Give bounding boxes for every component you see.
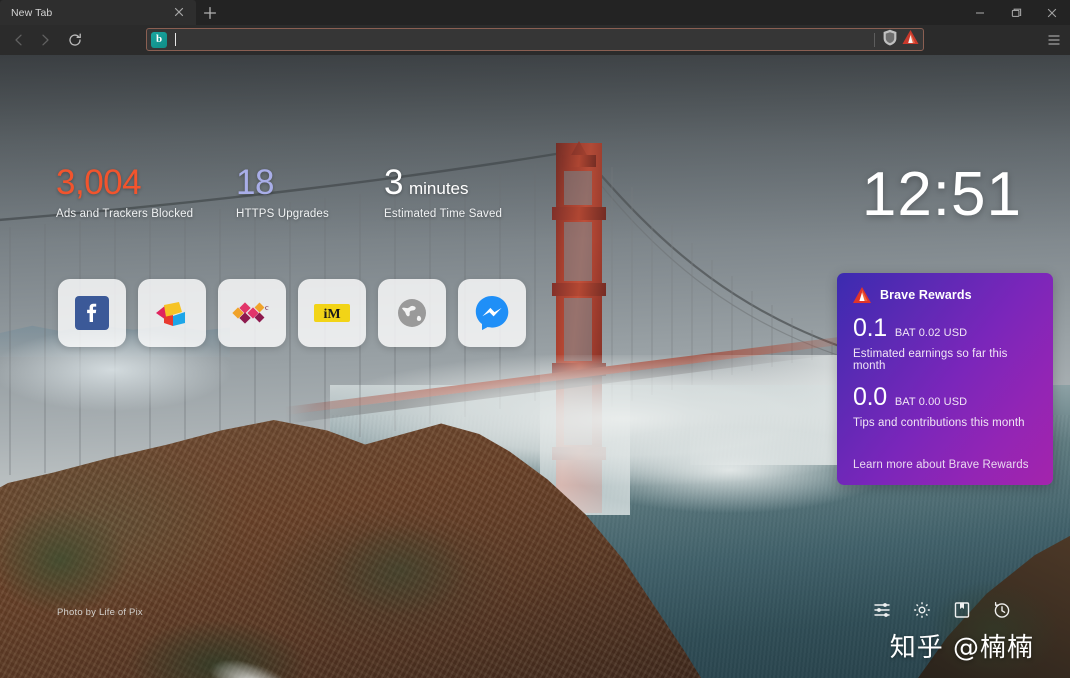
rewards-header: Brave Rewards [853, 287, 1037, 303]
close-icon[interactable] [172, 5, 186, 19]
browser-window: 3,004 Ads and Trackers Blocked 18 HTTPS … [0, 0, 1070, 678]
back-arrow-icon[interactable] [6, 27, 32, 53]
tile-zoho-sites[interactable] [138, 279, 206, 347]
messenger-icon [473, 294, 511, 332]
im-icon: iM [312, 300, 352, 326]
stat-unit: minutes [409, 179, 469, 198]
dashboard-controls [872, 600, 1012, 620]
photo-credit: Photo by Life of Pix [57, 607, 143, 618]
window-close-icon[interactable] [1034, 0, 1070, 25]
toolbar: b [0, 25, 1070, 55]
tile-messenger[interactable] [458, 279, 526, 347]
address-bar[interactable]: b [146, 28, 924, 51]
forward-arrow-icon[interactable] [32, 27, 58, 53]
new-tab-button[interactable] [201, 4, 219, 22]
earnings-caption: Estimated earnings so far this month [853, 348, 1037, 372]
omnibox-divider [874, 33, 875, 47]
settings-gear-icon[interactable] [912, 600, 932, 620]
clock-widget: 12:51 [862, 159, 1022, 230]
maximize-restore-icon[interactable] [998, 0, 1034, 25]
tab-strip: New Tab [0, 0, 1070, 25]
new-tab-background-photo: 3,004 Ads and Trackers Blocked 18 HTTPS … [0, 55, 1070, 678]
rewards-title: Brave Rewards [880, 288, 972, 302]
text-cursor [175, 33, 176, 46]
tile-facebook[interactable] [58, 279, 126, 347]
rewards-earnings-row: 0.1 BAT 0.02 USD [853, 316, 1037, 341]
tile-im-brand[interactable]: iM [298, 279, 366, 347]
top-sites-tiles: c iM [58, 279, 526, 347]
privacy-stats: 3,004 Ads and Trackers Blocked 18 HTTPS … [56, 165, 574, 220]
rewards-tips-block: 0.0 BAT 0.00 USD Tips and contributions … [853, 385, 1037, 429]
brave-triangle-icon [853, 287, 871, 303]
stat-value: 3,004 [56, 165, 236, 202]
tab-new-tab[interactable]: New Tab [0, 0, 196, 25]
rewards-learn-more-link[interactable]: Learn more about Brave Rewards [853, 459, 1029, 471]
rewards-tips-row: 0.0 BAT 0.00 USD [853, 385, 1037, 410]
customize-dashboard-icon[interactable] [872, 600, 892, 620]
hamburger-menu-icon[interactable] [1043, 30, 1065, 50]
stat-time-saved: 3 minutes Estimated Time Saved [384, 165, 574, 220]
tips-amount: 0.0 [853, 385, 887, 410]
brave-rewards-card[interactable]: Brave Rewards 0.1 BAT 0.02 USD Estimated… [837, 273, 1053, 485]
stat-label: Ads and Trackers Blocked [56, 208, 236, 220]
tile-wc-brand[interactable]: c [218, 279, 286, 347]
tab-title: New Tab [11, 7, 52, 19]
brave-rewards-triangle-icon[interactable] [902, 29, 919, 50]
bing-icon: b [151, 32, 167, 48]
zhihu-watermark: 知乎 @楠楠 [890, 627, 1034, 664]
stat-value: 18 [236, 165, 384, 202]
window-controls [962, 0, 1070, 25]
svg-text:iM: iM [323, 307, 340, 322]
stat-https-upgrades: 18 HTTPS Upgrades [236, 165, 384, 220]
tips-bat-value: BAT 0.00 USD [895, 396, 967, 408]
stat-number: 3 [384, 163, 403, 202]
stat-label: HTTPS Upgrades [236, 208, 384, 220]
svg-text:c: c [265, 303, 269, 312]
reload-icon[interactable] [62, 27, 88, 53]
tile-globe-site[interactable] [378, 279, 446, 347]
rewards-earnings-block: 0.1 BAT 0.02 USD Estimated earnings so f… [853, 316, 1037, 372]
zoho-icon [153, 296, 191, 330]
wc-diamond-icon: c [232, 299, 272, 327]
earnings-bat-value: BAT 0.02 USD [895, 327, 967, 339]
globe-icon [394, 295, 430, 331]
history-clock-icon[interactable] [992, 600, 1012, 620]
earnings-amount: 0.1 [853, 316, 887, 341]
stat-ads-blocked: 3,004 Ads and Trackers Blocked [56, 165, 236, 220]
brave-shields-icon[interactable] [882, 29, 898, 51]
stat-value: 3 minutes [384, 165, 574, 202]
minimize-icon[interactable] [962, 0, 998, 25]
stat-label: Estimated Time Saved [384, 208, 574, 220]
omnibox-actions [874, 29, 919, 51]
facebook-icon [74, 295, 110, 331]
browser-chrome: New Tab [0, 0, 1070, 55]
tips-caption: Tips and contributions this month [853, 417, 1037, 429]
bookmarks-book-icon[interactable] [952, 600, 972, 620]
